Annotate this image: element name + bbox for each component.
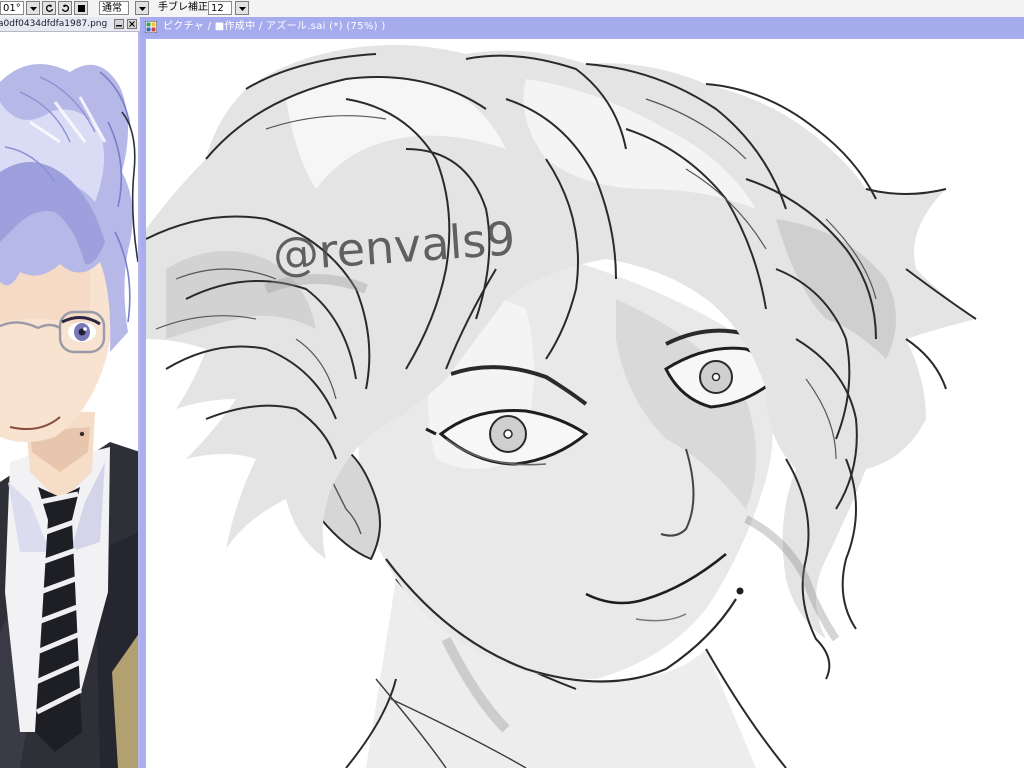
canvas-window-titlebar[interactable]: ピクチャ / ■作成中 / アズール.sai (*) (75%) ) — [140, 17, 1024, 37]
minimize-button[interactable] — [114, 19, 124, 29]
toolbar: 01° 通常 手ブレ補正 12 — [0, 0, 1024, 18]
reset-rotation-button[interactable] — [74, 1, 88, 15]
chevron-down-icon — [139, 7, 146, 11]
drawing-canvas[interactable]: @renvals9 — [146, 39, 1024, 768]
stabilizer-dropdown-button[interactable] — [235, 1, 249, 15]
minimize-icon — [116, 25, 122, 27]
reference-window-titlebar[interactable]: a0df0434dfdfa1987.png — [0, 17, 140, 32]
stop-icon — [78, 5, 85, 12]
rotate-right-button[interactable] — [58, 1, 72, 15]
close-icon — [129, 21, 135, 27]
reference-character-illustration — [0, 32, 140, 768]
chevron-down-icon — [239, 7, 246, 11]
scale-field[interactable]: 01° — [0, 1, 24, 15]
stabilizer-label: 手ブレ補正 — [158, 2, 208, 13]
rotate-left-button[interactable] — [42, 1, 56, 15]
scale-dropdown-button[interactable] — [26, 1, 40, 15]
close-button[interactable] — [127, 19, 137, 29]
reference-window-title: a0df0434dfdfa1987.png — [0, 19, 108, 29]
reference-image-window[interactable]: a0df0434dfdfa1987.png — [0, 17, 140, 768]
blend-mode-select[interactable]: 通常 — [99, 1, 129, 15]
chevron-down-icon — [30, 7, 37, 11]
rotate-right-icon — [61, 4, 70, 12]
blend-mode-dropdown-button[interactable] — [135, 1, 149, 15]
sketch-artwork: @renvals9 — [146, 39, 1024, 768]
picture-icon — [145, 21, 157, 33]
rotate-left-icon — [45, 4, 54, 12]
canvas-window[interactable]: ピクチャ / ■作成中 / アズール.sai (*) (75%) ) @renv… — [140, 17, 1024, 768]
canvas-window-title: ピクチャ / ■作成中 / アズール.sai (*) (75%) ) — [163, 21, 386, 32]
stabilizer-value-field[interactable]: 12 — [208, 1, 232, 15]
